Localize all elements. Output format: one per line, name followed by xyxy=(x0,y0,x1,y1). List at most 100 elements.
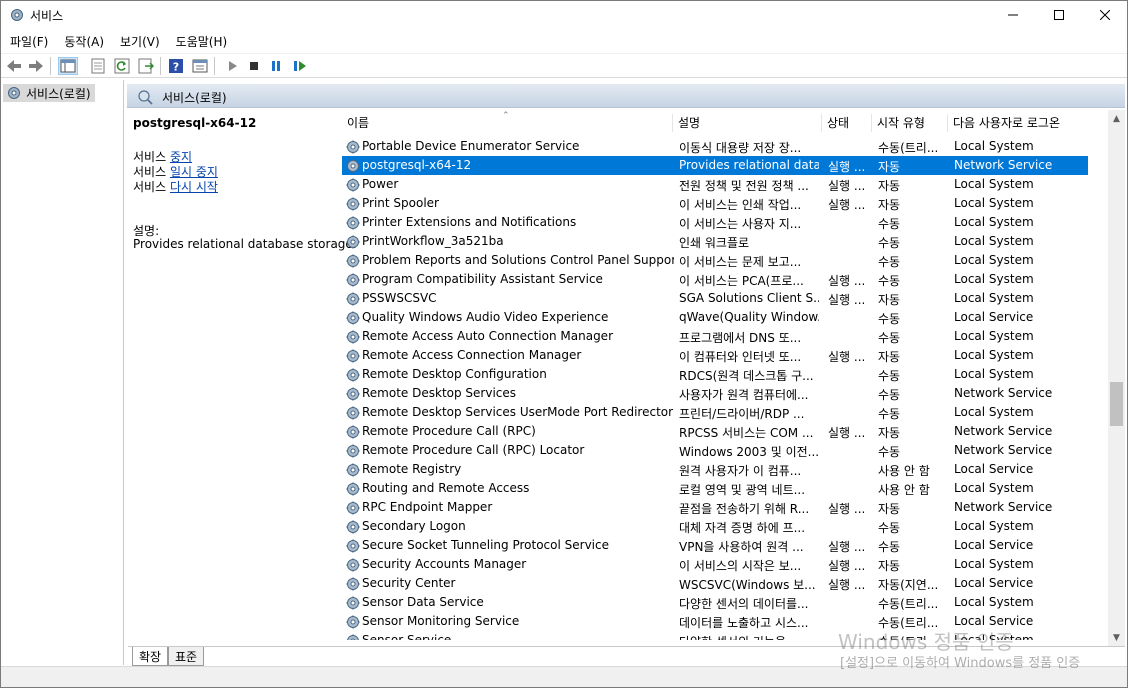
service-state: 실행 ... xyxy=(828,426,866,440)
service-description: 이 서비스의 시작은 보... xyxy=(679,559,802,573)
view-button[interactable] xyxy=(190,57,210,75)
restart-service-link[interactable]: 다시 시작 xyxy=(170,180,218,194)
menu-view[interactable]: 보기(V) xyxy=(110,30,166,52)
table-row[interactable]: Problem Reports and Solutions Control Pa… xyxy=(342,251,1088,270)
menu-file[interactable]: 파일(F) xyxy=(0,30,54,52)
tree-item-label: 서비스(로컬) xyxy=(26,87,91,101)
service-startup-type: 수동 xyxy=(878,540,901,554)
service-state: 실행 ... xyxy=(828,502,866,516)
title-bar: 서비스 xyxy=(0,0,1128,30)
gear-icon xyxy=(11,9,23,21)
column-logon-label: 다음 사용자로 로그온 xyxy=(953,116,1060,130)
service-name: Remote Registry xyxy=(362,462,462,476)
table-row[interactable]: Routing and Remote Access 로컬 영역 및 광역 네트..… xyxy=(342,479,1088,498)
pause-service-link[interactable]: 일시 중지 xyxy=(170,165,218,179)
service-logon: Local Service xyxy=(954,310,1034,324)
service-state: 실행 ... xyxy=(828,293,866,307)
close-button[interactable] xyxy=(1082,0,1128,30)
scroll-thumb[interactable] xyxy=(1110,382,1123,426)
service-name: Secure Socket Tunneling Protocol Service xyxy=(362,538,609,552)
table-row[interactable]: Remote Procedure Call (RPC) Locator Windo… xyxy=(342,441,1088,460)
refresh-button[interactable] xyxy=(112,57,132,75)
back-button[interactable] xyxy=(4,57,24,75)
table-row[interactable]: PSSWSCSVC SGA Solutions Client S... 실행 ...… xyxy=(342,289,1088,308)
service-description: Windows 2003 및 이전... xyxy=(679,445,819,459)
console-tree-button[interactable] xyxy=(58,57,78,75)
table-row[interactable]: PrintWorkflow_3a521ba 인쇄 워크플로 수동 Local Syst… xyxy=(342,232,1088,251)
service-startup-type: 수동 xyxy=(878,255,901,269)
service-gear-icon xyxy=(345,348,361,364)
forward-button[interactable] xyxy=(26,57,46,75)
column-header-logon[interactable]: 다음 사용자로 로그온 xyxy=(948,114,1088,132)
vertical-scrollbar[interactable]: ▲ ▼ xyxy=(1108,110,1125,646)
column-header-startup-type[interactable]: 시작 유형 xyxy=(872,114,948,132)
table-row[interactable]: Secondary Logon 대체 자격 증명 하에 프... 수동 Local S… xyxy=(342,517,1088,536)
scroll-up-icon[interactable]: ▲ xyxy=(1108,110,1125,127)
pause-service-button[interactable] xyxy=(266,57,286,75)
table-row[interactable]: Remote Desktop Configuration RDCS(원격 데스크톱… xyxy=(342,365,1088,384)
help-button[interactable]: ? xyxy=(166,57,186,75)
table-row[interactable]: Remote Access Connection Manager 이 컴퓨터와 인… xyxy=(342,346,1088,365)
minimize-button[interactable] xyxy=(990,0,1036,30)
service-name: postgresql-x64-12 xyxy=(362,158,472,172)
tab-standard[interactable]: 표준 xyxy=(168,647,205,666)
service-logon: Local System xyxy=(954,177,1034,191)
service-logon: Local Service xyxy=(954,462,1034,476)
service-name: Portable Device Enumerator Service xyxy=(362,139,580,153)
column-header-state[interactable]: 상태 xyxy=(822,114,872,132)
tab-extended[interactable]: 확장 xyxy=(132,647,169,666)
service-logon: Local System xyxy=(954,329,1034,343)
table-row[interactable]: Sensor Data Service 다양한 센서의 데이터를... 수동(트리.… xyxy=(342,593,1088,612)
service-name: Remote Desktop Services UserMode Port Re… xyxy=(362,405,674,419)
table-row[interactable]: Program Compatibility Assistant Service 이… xyxy=(342,270,1088,289)
service-startup-type: 자동 xyxy=(878,179,901,193)
table-row[interactable]: RPC Endpoint Mapper 끝점을 전송하기 위해 R... 실행 ..… xyxy=(342,498,1088,517)
start-service-button[interactable] xyxy=(222,57,242,75)
main-header-title: 서비스(로컬) xyxy=(162,91,227,105)
table-row[interactable]: Quality Windows Audio Video Experience qW… xyxy=(342,308,1088,327)
table-row[interactable]: Security Accounts Manager 이 서비스의 시작은 보...… xyxy=(342,555,1088,574)
service-startup-type: 수동 xyxy=(878,388,901,402)
table-row[interactable]: Power 전원 정책 및 전원 정책 ... 실행 ... 자동 Local Syst… xyxy=(342,175,1088,194)
service-logon: Local System xyxy=(954,405,1034,419)
export-list-button[interactable] xyxy=(136,57,156,75)
service-startup-type: 수동 xyxy=(878,312,901,326)
service-startup-type: 자동(지연... xyxy=(878,578,939,592)
action-prefix: 서비스 xyxy=(133,180,167,194)
table-row[interactable]: Portable Device Enumerator Service 이동식 대용… xyxy=(342,137,1088,156)
table-row[interactable]: Remote Registry 원격 사용자가 이 컴퓨... 사용 안 함 Loca… xyxy=(342,460,1088,479)
service-logon: Local System xyxy=(954,557,1034,571)
activation-watermark-title: Windows 정품 인증 xyxy=(838,630,1014,654)
restart-service-button[interactable] xyxy=(290,57,310,75)
table-row[interactable]: Remote Desktop Services UserMode Port Re… xyxy=(342,403,1088,422)
properties-button[interactable] xyxy=(88,57,108,75)
service-gear-icon xyxy=(345,234,361,250)
export-icon xyxy=(138,58,154,74)
service-gear-icon xyxy=(345,538,361,554)
service-description: qWave(Quality Window... xyxy=(679,310,819,324)
column-header-name[interactable]: ⌃ 이름 xyxy=(342,111,673,132)
table-row[interactable]: Remote Access Auto Connection Manager 프로그… xyxy=(342,327,1088,346)
scroll-down-icon[interactable]: ▼ xyxy=(1108,629,1125,646)
column-header-description[interactable]: 설명 xyxy=(673,114,822,132)
column-start-label: 시작 유형 xyxy=(877,116,925,130)
table-row[interactable]: Security Center WSCSVC(Windows 보... 실행 ...… xyxy=(342,574,1088,593)
menu-help[interactable]: 도움말(H) xyxy=(166,30,234,52)
menu-action[interactable]: 동작(A) xyxy=(54,30,110,52)
service-startup-type: 자동 xyxy=(878,426,901,440)
service-startup-type: 자동 xyxy=(878,160,901,174)
stop-service-link[interactable]: 중지 xyxy=(170,150,192,164)
table-row[interactable]: Print Spooler 이 서비스는 인쇄 작업... 실행 ... 자동 Loca… xyxy=(342,194,1088,213)
service-gear-icon xyxy=(345,177,361,193)
service-gear-icon xyxy=(345,386,361,402)
table-row[interactable]: Secure Socket Tunneling Protocol Service… xyxy=(342,536,1088,555)
table-row[interactable]: Printer Extensions and Notifications 이 서비… xyxy=(342,213,1088,232)
service-gear-icon xyxy=(345,519,361,535)
service-gear-icon xyxy=(345,633,361,640)
tree-item-services-local[interactable]: 서비스(로컬) xyxy=(3,84,95,102)
stop-service-button[interactable] xyxy=(244,57,264,75)
table-row[interactable]: Remote Procedure Call (RPC) RPCSS 서비스는 CO… xyxy=(342,422,1088,441)
table-row[interactable]: Remote Desktop Services 사용자가 원격 컴퓨터에... 수동… xyxy=(342,384,1088,403)
maximize-button[interactable] xyxy=(1036,0,1082,30)
table-row[interactable]: postgresql-x64-12 Provides relational dat… xyxy=(342,156,1088,175)
